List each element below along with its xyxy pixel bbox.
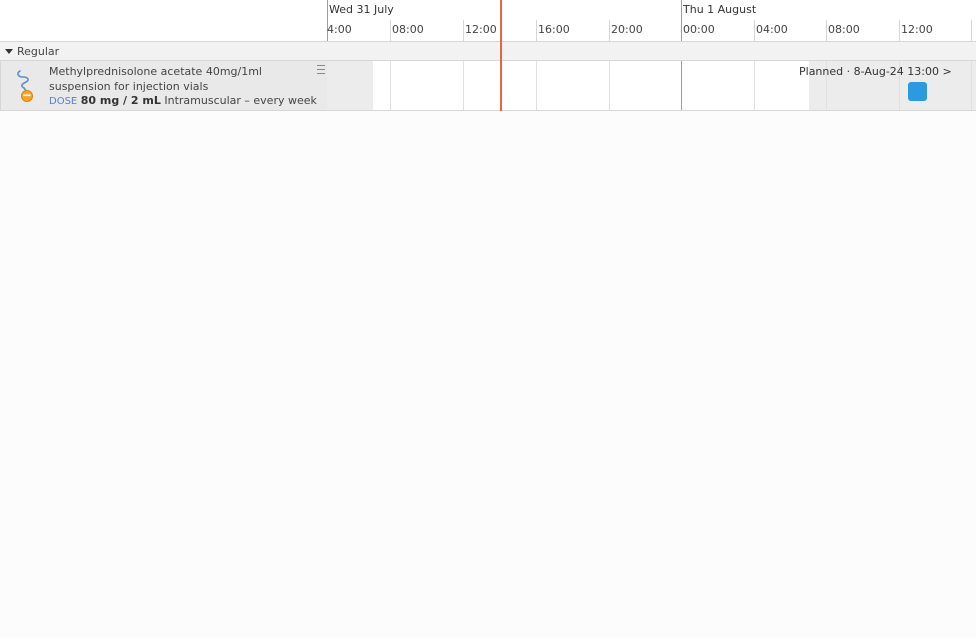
grid-line (754, 61, 755, 110)
grid-line (390, 61, 391, 110)
group-header-regular[interactable]: Regular (0, 41, 976, 61)
hour-label: 12:00 (465, 23, 497, 36)
hour-label: 04:00 (756, 23, 788, 36)
hour-label: 08:00 (828, 23, 860, 36)
hour-label: 12:00 (901, 23, 933, 36)
medication-name: Methylprednisolone acetate 40mg/1ml susp… (49, 65, 262, 93)
hour-label: 4:00 (327, 23, 352, 36)
caret-down-icon[interactable] (5, 48, 13, 54)
medication-chart: Wed 31 July Thu 1 August 4:00 08:00 12:0… (0, 0, 976, 638)
grid-line (609, 61, 610, 110)
dose-tag: DOSE (49, 96, 78, 107)
row-menu-icon[interactable] (317, 65, 325, 74)
hour-tick (971, 20, 972, 41)
hour-label: 00:00 (683, 23, 715, 36)
timeline-header: Wed 31 July Thu 1 August 4:00 08:00 12:0… (0, 0, 976, 41)
planned-next-dose[interactable]: Planned · 8-Aug-24 13:00 > (799, 65, 952, 78)
hour-label: 08:00 (392, 23, 424, 36)
dose-marker[interactable] (908, 82, 927, 101)
grid-line (463, 61, 464, 110)
day-label-wed: Wed 31 July (329, 3, 394, 16)
hour-label: 16:00 (538, 23, 570, 36)
dose-detail: Intramuscular – every week (164, 94, 317, 107)
hour-label: 20:00 (611, 23, 643, 36)
medication-info[interactable]: Methylprednisolone acetate 40mg/1ml susp… (0, 61, 327, 110)
injection-vial-icon (17, 70, 33, 102)
group-label: Regular (17, 44, 60, 58)
grid-line (971, 61, 972, 110)
grid-line (536, 61, 537, 110)
dose-line: DOSE 80 mg / 2 mL Intramuscular – every … (49, 94, 317, 107)
shaded-period (327, 61, 373, 110)
day-grid-line (681, 61, 682, 110)
dose-amount: 80 mg / 2 mL (80, 94, 161, 107)
day-label-thu: Thu 1 August (683, 3, 757, 16)
current-time-indicator (500, 0, 502, 111)
